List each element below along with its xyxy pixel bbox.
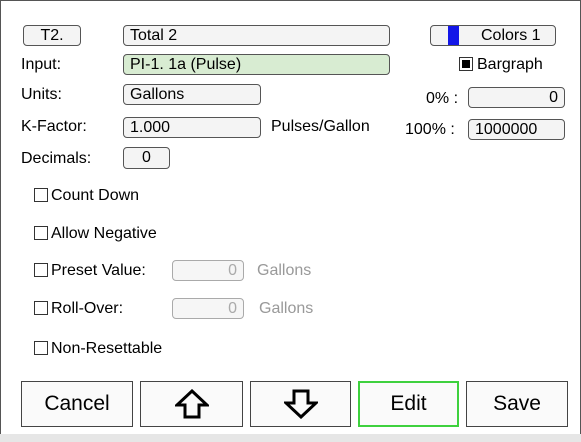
preset-value-unit: Gallons bbox=[257, 262, 312, 279]
input-field[interactable]: PI-1. 1a (Pulse) bbox=[123, 54, 390, 75]
kfactor-unit: Pulses/Gallon bbox=[271, 118, 370, 135]
cancel-button[interactable]: Cancel bbox=[21, 381, 133, 427]
arrow-up-icon bbox=[174, 389, 209, 419]
status-strip bbox=[0, 434, 581, 442]
units-field[interactable]: Gallons bbox=[123, 84, 261, 105]
move-up-button[interactable] bbox=[140, 381, 243, 427]
save-button-label: Save bbox=[493, 392, 541, 415]
kfactor-label: K-Factor: bbox=[21, 118, 87, 135]
input-label: Input: bbox=[21, 56, 62, 73]
bargraph-label: Bargraph bbox=[477, 56, 543, 73]
roll-over-checkbox[interactable] bbox=[34, 301, 48, 315]
arrow-down-icon bbox=[283, 389, 318, 419]
decimals-field[interactable]: 0 bbox=[123, 147, 170, 169]
tag-button[interactable]: T2. bbox=[23, 25, 81, 46]
cancel-button-label: Cancel bbox=[44, 392, 110, 415]
roll-over-field[interactable]: 0 bbox=[172, 298, 244, 319]
allow-negative-label: Allow Negative bbox=[51, 225, 157, 242]
name-field[interactable]: Total 2 bbox=[123, 25, 390, 46]
zero-percent-label: 0% : bbox=[426, 90, 459, 107]
preset-value-label: Preset Value: bbox=[51, 262, 146, 279]
hundred-percent-label: 100% : bbox=[405, 121, 455, 138]
config-panel: T2. Total 2 Colors 1 Input: PI-1. 1a (Pu… bbox=[0, 0, 581, 442]
preset-value-field[interactable]: 0 bbox=[172, 260, 244, 281]
allow-negative-checkbox[interactable] bbox=[34, 226, 48, 240]
count-down-label: Count Down bbox=[51, 187, 140, 204]
hundred-percent-field[interactable]: 1000000 bbox=[468, 119, 565, 140]
decimals-label: Decimals: bbox=[21, 150, 92, 167]
colors-button[interactable]: Colors 1 bbox=[430, 25, 556, 46]
roll-over-unit: Gallons bbox=[259, 300, 314, 317]
move-down-button[interactable] bbox=[250, 381, 351, 427]
kfactor-field[interactable]: 1.000 bbox=[123, 117, 261, 138]
edit-button-label: Edit bbox=[390, 392, 427, 415]
bargraph-checkbox[interactable] bbox=[459, 57, 473, 71]
preset-value-checkbox[interactable] bbox=[34, 263, 48, 277]
edit-button[interactable]: Edit bbox=[358, 381, 459, 427]
roll-over-label: Roll-Over: bbox=[51, 300, 124, 317]
zero-percent-field[interactable]: 0 bbox=[468, 87, 565, 108]
count-down-checkbox[interactable] bbox=[34, 188, 48, 202]
colors-label: Colors 1 bbox=[481, 27, 541, 44]
non-resettable-label: Non-Resettable bbox=[51, 340, 163, 357]
color-swatch bbox=[448, 26, 459, 45]
units-label: Units: bbox=[21, 86, 62, 103]
non-resettable-checkbox[interactable] bbox=[34, 341, 48, 355]
save-button[interactable]: Save bbox=[466, 381, 568, 427]
